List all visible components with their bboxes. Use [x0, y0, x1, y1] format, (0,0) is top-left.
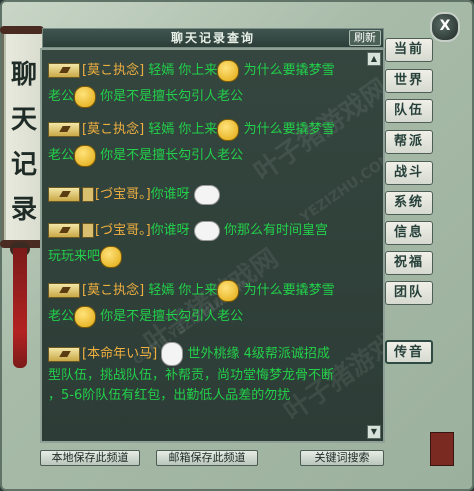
gift-icon [82, 223, 94, 238]
banner-char-3: 记 [10, 150, 37, 180]
tassel-ornament [13, 248, 27, 368]
smiley-face-icon [74, 305, 97, 328]
message-text: 为什么要撬梦雪 [243, 283, 335, 298]
chat-message: [莫こ执念] 轻嫣 你上来 为什么要撬梦雪 老公 你是不是擅长勾引人老公 [48, 58, 378, 110]
white-blob-face-icon [193, 220, 220, 241]
message-text: 你那么有时间皇宫 [223, 223, 328, 238]
message-text: 轻嫣 你上来 [148, 63, 218, 78]
sender-name[interactable]: [莫こ执念] [82, 283, 144, 298]
channel-badge-icon [48, 122, 80, 137]
smiley-face-icon [217, 279, 240, 302]
message-text: 为什么要撬梦雪 [243, 63, 335, 78]
chat-message: [づ宝哥。]你谁呀 [48, 182, 378, 208]
channel-badge-icon [48, 346, 80, 362]
smiley-face-icon [217, 118, 240, 141]
channel-badge-icon [48, 187, 80, 202]
banner-rod-top [0, 26, 44, 34]
chat-log-panel[interactable]: 叶子猪游戏网 YEZIZHU.COM 叶子猪游戏网 GAME.YEZIZHU.C… [40, 48, 385, 443]
message-text: 轻嫣 你上来 [148, 283, 218, 298]
seal-stamp-icon [430, 432, 454, 466]
smiley-face-icon [74, 144, 97, 167]
refresh-button[interactable]: 刷新 [349, 30, 381, 46]
sender-name[interactable]: [本命年い马] [82, 347, 157, 362]
message-text: ，5-6阶队伍有红包，出勤低人品差的勿扰 [48, 388, 291, 403]
banner-char-2: 天 [10, 105, 37, 135]
tab-voice[interactable]: 传音 [385, 340, 433, 364]
title-bar: 聊天记录查询 刷新 [42, 28, 384, 48]
email-save-button[interactable]: 邮箱保存此频道 [156, 450, 258, 466]
chat-message: [莫こ执念] 轻嫣 你上来 为什么要撬梦雪 老公 你是不是擅长勾引人老公 [48, 117, 378, 169]
channel-badge-icon [48, 223, 80, 238]
local-save-button[interactable]: 本地保存此频道 [40, 450, 140, 466]
tab-world[interactable]: 世界 [385, 69, 433, 93]
message-text: 你谁呀 [150, 187, 190, 202]
message-text: 玩玩来吧 [48, 249, 101, 264]
bunny-face-icon [161, 342, 184, 366]
window-title: 聊天记录查询 [170, 31, 255, 45]
message-text: 你是不是擅长勾引人老公 [100, 89, 244, 104]
smiley-face-icon [100, 245, 123, 268]
tab-battle[interactable]: 战斗 [385, 161, 433, 185]
smiley-face-icon [74, 85, 97, 108]
message-text: 你是不是擅长勾引人老公 [100, 309, 244, 324]
message-text: 世外桃缘 4级帮派诚招成 [187, 346, 330, 362]
banner-char-1: 聊 [10, 60, 37, 90]
chat-message: [莫こ执念] 轻嫣 你上来 为什么要撬梦雪 老公 你是不是擅长勾引人老公 [48, 278, 378, 330]
tab-current[interactable]: 当前 [385, 38, 433, 62]
message-text: 老公 [48, 148, 75, 163]
chat-message: [づ宝哥。]你谁呀 你那么有时间皇宫 玩玩来吧 [48, 218, 378, 270]
banner-char-4: 录 [10, 195, 37, 225]
channel-badge-icon [48, 63, 80, 78]
sender-name[interactable]: [づ宝哥。] [95, 223, 151, 238]
white-blob-face-icon [193, 184, 220, 205]
sender-name[interactable]: [莫こ执念] [82, 122, 144, 137]
tab-blessing[interactable]: 祝福 [385, 251, 433, 275]
tab-guild[interactable]: 帮派 [385, 130, 433, 154]
channel-badge-icon [48, 283, 80, 298]
gift-icon [82, 187, 94, 202]
tab-team[interactable]: 队伍 [385, 99, 433, 123]
message-text: 为什么要撬梦雪 [243, 122, 335, 137]
keyword-search-button[interactable]: 关键词搜索 [300, 450, 384, 466]
smiley-face-icon [217, 59, 240, 82]
chat-message: [本命年い马] 世外桃缘 4级帮派诚招成 型队伍，挑战队伍，补帮贡，尚功堂悔梦龙… [48, 342, 378, 406]
message-text: 你谁呀 [150, 223, 190, 238]
message-text: 轻嫣 你上来 [148, 122, 218, 137]
tab-info[interactable]: 信息 [385, 221, 433, 245]
message-text: 你是不是擅长勾引人老公 [100, 148, 244, 163]
sender-name[interactable]: [莫こ执念] [82, 63, 144, 78]
tab-system[interactable]: 系统 [385, 191, 433, 215]
tab-group[interactable]: 团队 [385, 281, 433, 305]
message-text: 型队伍，挑战队伍，补帮贡，尚功堂悔梦龙骨不断 [48, 368, 335, 383]
close-button[interactable]: X [430, 12, 460, 42]
message-text: 老公 [48, 89, 75, 104]
message-text: 老公 [48, 309, 75, 324]
sender-name[interactable]: [づ宝哥。] [95, 187, 151, 202]
scroll-down-button[interactable]: ▼ [367, 425, 381, 439]
